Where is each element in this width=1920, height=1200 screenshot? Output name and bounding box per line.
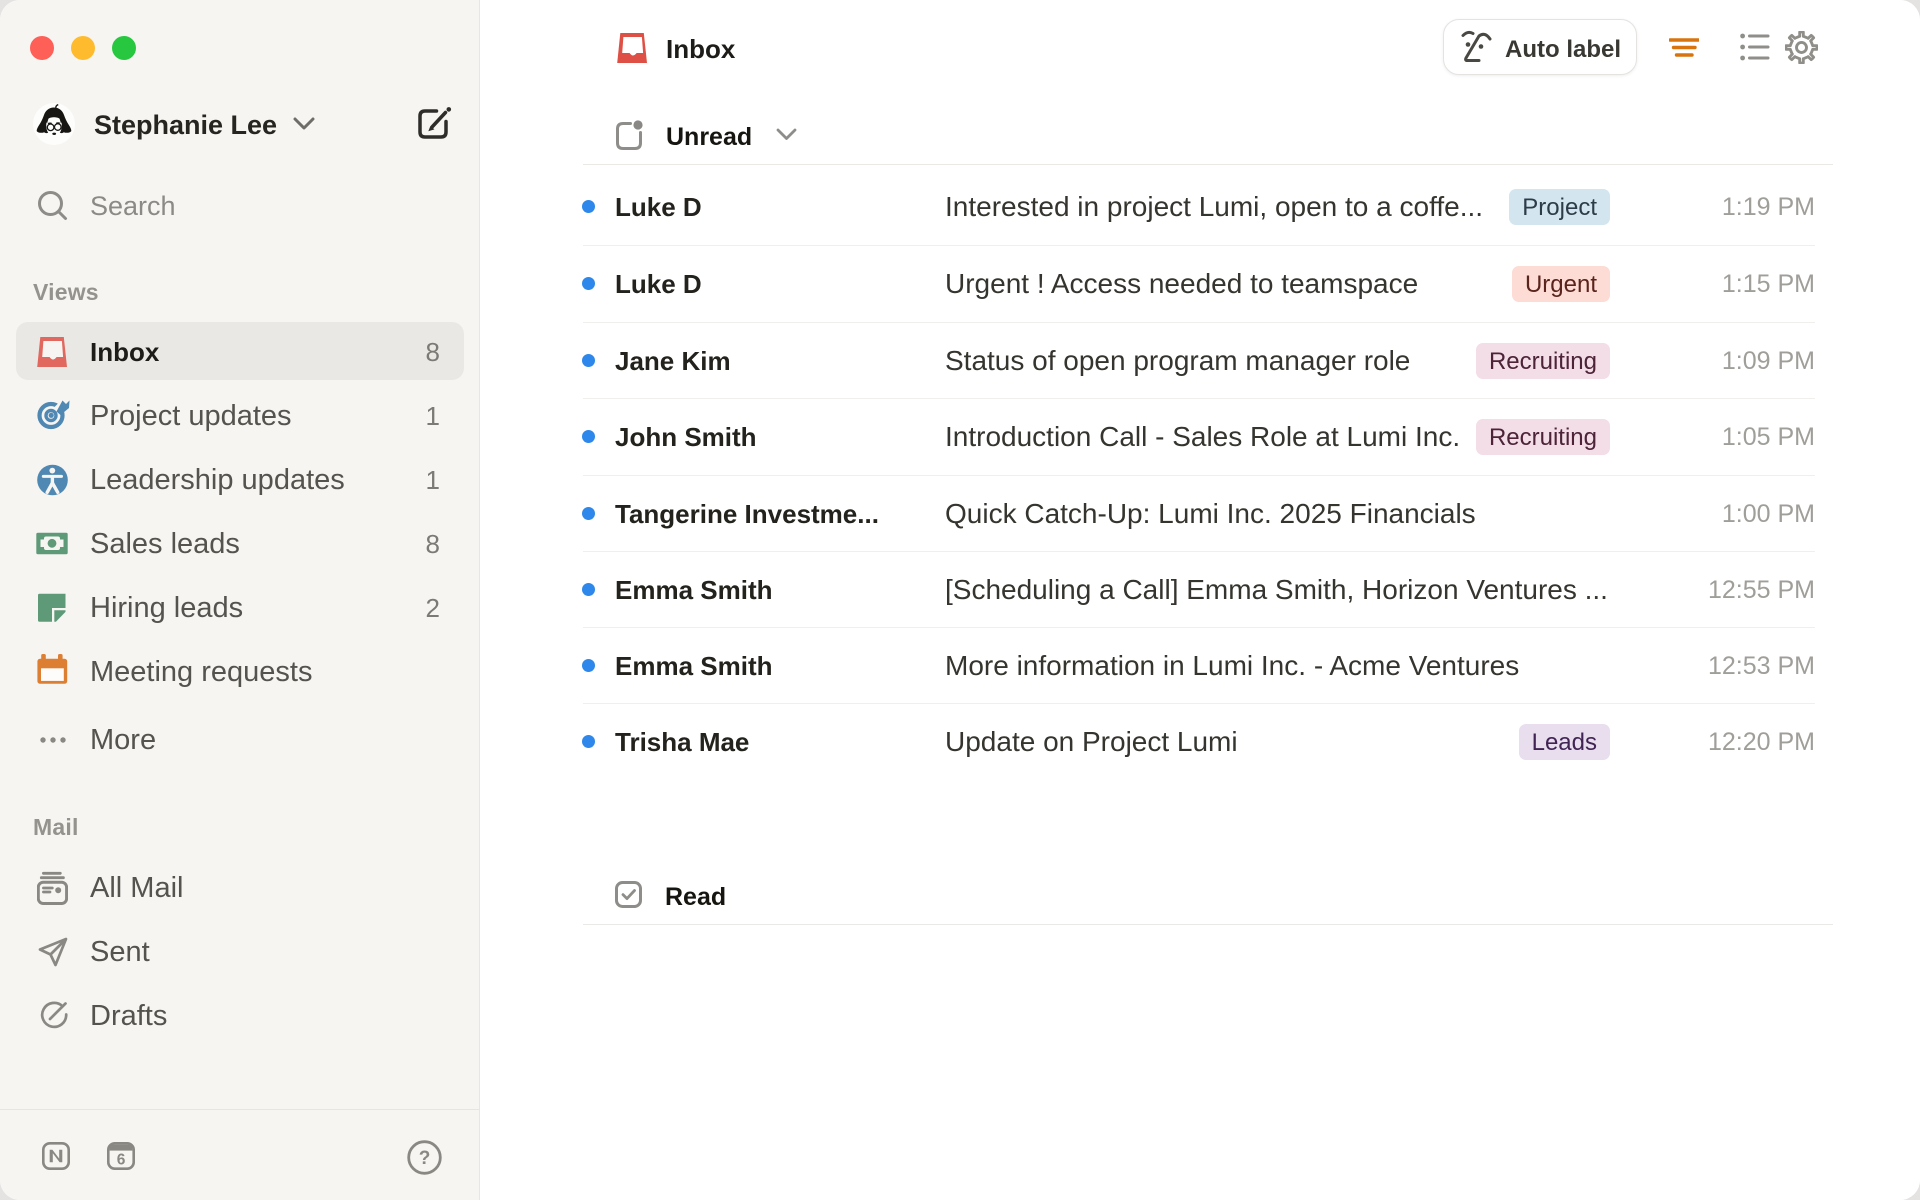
- svg-text:?: ?: [419, 1148, 431, 1169]
- svg-text:6: 6: [117, 1152, 126, 1169]
